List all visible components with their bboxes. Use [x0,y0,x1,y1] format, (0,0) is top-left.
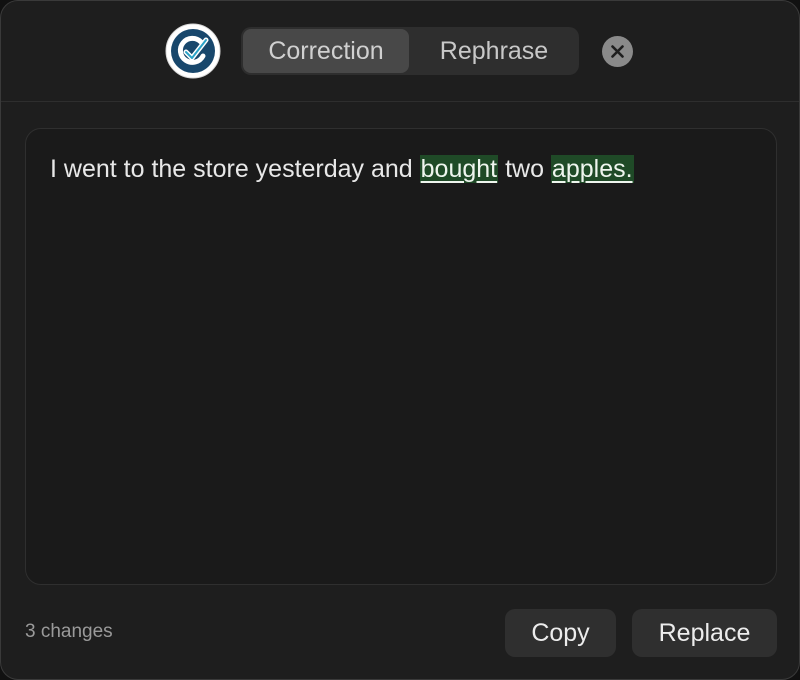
correction-window: Correction Rephrase I went to the store … [0,0,800,680]
corrected-text-area[interactable]: I went to the store yesterday and bought… [25,128,777,585]
corrected-text: I went to the store yesterday and bought… [50,151,752,187]
header-bar: Correction Rephrase [1,1,799,102]
app-logo-icon [165,23,221,79]
tab-correction[interactable]: Correction [243,29,409,73]
close-button[interactable] [602,36,633,67]
replace-button[interactable]: Replace [632,609,777,657]
text-segment: I went to the store yesterday and [50,155,420,183]
mode-switcher: Correction Rephrase [241,27,579,75]
change-highlight-apples[interactable]: apples. [550,155,634,183]
tab-rephrase[interactable]: Rephrase [413,29,575,73]
changes-count: 3 changes [25,621,113,642]
copy-button[interactable]: Copy [505,609,616,657]
text-segment: two [498,155,551,183]
close-icon [611,45,624,58]
change-highlight-bought[interactable]: bought [419,155,499,183]
